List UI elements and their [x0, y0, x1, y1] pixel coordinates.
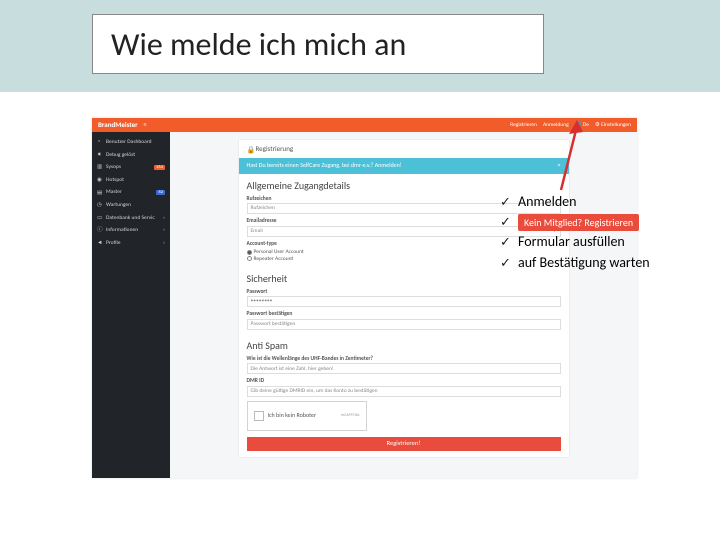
close-icon[interactable]: × [558, 162, 561, 169]
sidebar-item-label: Debug gelöst [106, 152, 135, 159]
label-dmrid: DMR ID [247, 378, 561, 385]
sidebar-item-maint[interactable]: ◷Wartungen [92, 199, 170, 212]
sidebar-item-label: Sysops [106, 164, 121, 171]
check-icon: ✓ [500, 194, 512, 212]
placeholder-text: Rufzeichen [251, 205, 275, 212]
link-settings[interactable]: ⚙ Einstellungen [595, 122, 631, 129]
sidebar-item-label: Hotspot [106, 177, 124, 184]
panel-header: 🔒 Registrierung [239, 140, 569, 158]
password-dots: •••••••• [251, 298, 273, 305]
sidebar: ◔Benutzer Dashboard ✷Debug gelöst ▥Sysop… [92, 132, 170, 478]
register-badge: Kein Mitglied? Registrieren [518, 214, 639, 232]
label-password: Passwort [247, 289, 561, 296]
captcha-checkbox-icon[interactable] [254, 411, 264, 421]
sidebar-item-hotspot[interactable]: ◉Hotspot [92, 174, 170, 187]
lang-label: De [583, 122, 589, 128]
db-icon: ▭ [97, 215, 103, 221]
check-icon: ✓ [500, 214, 512, 232]
input-dmrid[interactable]: Gib deine gültige DMRID ein, um das Kont… [247, 386, 561, 397]
alert-text: Hast Du bereits einen SelfCare Zugang, b… [247, 161, 402, 169]
clock-icon: ◷ [97, 202, 103, 208]
globe-icon[interactable]: 🌐 De [575, 122, 589, 129]
sidebar-item-master[interactable]: ▤Master 62 [92, 186, 170, 199]
selfcare-alert: Hast Du bereits einen SelfCare Zugang, b… [239, 158, 569, 173]
chevron-left-icon: ‹ [163, 227, 165, 234]
slide-banner: Wie melde ich mich an [0, 0, 720, 92]
placeholder-text: Gib deine gültige DMRID ein, um das Kont… [251, 388, 378, 395]
captcha-label: Ich bin kein Roboter [268, 412, 317, 419]
sidebar-item-label: Wartungen [106, 202, 131, 209]
submit-button[interactable]: Registrieren! [247, 437, 561, 451]
placeholder-text: Email [251, 228, 263, 235]
chevron-left-icon: ‹ [163, 240, 165, 247]
sidebar-item-label: Benutzer Dashboard [106, 139, 152, 146]
check-icon: ✓ [500, 255, 512, 273]
info-icon: ⓘ [97, 227, 103, 233]
sidebar-item-profile[interactable]: ◄Profile ‹ [92, 237, 170, 250]
radio-dot-icon [247, 256, 252, 261]
sidebar-item-label: Informationen [106, 227, 138, 234]
badge: 164 [154, 165, 165, 170]
sidebar-item-label: Datenbank und Servic [106, 215, 155, 222]
gauge-icon: ◔ [97, 139, 103, 145]
checklist-item: ✓ Formular ausfüllen [500, 233, 700, 252]
input-password-confirm[interactable]: Passwort bestätigen [247, 319, 561, 330]
app-screenshot: BrandMeister ≡ Registrieren Anmeldung 🌐 … [92, 118, 637, 478]
lock-icon: 🔒 [247, 146, 253, 152]
checklist-text: Anmelden [518, 193, 577, 212]
sidebar-item-dashboard[interactable]: ◔Benutzer Dashboard [92, 136, 170, 149]
section-antispam: Anti Spam Wie ist die Wellenlänge des UH… [239, 340, 569, 457]
bug-icon: ✷ [97, 152, 103, 158]
recaptcha-brand: reCAPTCHA [341, 414, 360, 419]
label-password-confirm: Passwort bestätigen [247, 311, 561, 318]
registration-panel: 🔒 Registrierung Hast Du bereits einen Se… [239, 140, 569, 457]
checklist-item: ✓ auf Bestätigung warten [500, 254, 700, 273]
slide-title-box: Wie melde ich mich an [92, 14, 544, 74]
top-links: Registrieren Anmeldung 🌐 De ⚙ Einstellun… [510, 122, 631, 129]
input-password[interactable]: •••••••• [247, 296, 561, 307]
wifi-icon: ◉ [97, 177, 103, 183]
checklist: ✓ Anmelden ✓ Kein Mitglied? Registrieren… [500, 193, 700, 275]
app-top-bar: BrandMeister ≡ Registrieren Anmeldung 🌐 … [92, 118, 637, 132]
badge: 62 [156, 190, 165, 195]
radio-label: Repeater Account [254, 256, 294, 262]
label-wave: Wie ist die Wellenlänge des UHF-Bandes i… [247, 356, 561, 363]
content-area: BrandMeister ≡ Registrieren Anmeldung 🌐 … [92, 118, 637, 528]
app-brand: BrandMeister [98, 121, 138, 129]
link-login[interactable]: Anmeldung [543, 122, 569, 129]
radio-dot-icon [247, 250, 252, 255]
panel-title: Registrierung [256, 145, 294, 153]
checklist-item: ✓ Kein Mitglied? Registrieren [500, 214, 700, 232]
user-icon: ◄ [97, 240, 103, 246]
server-icon: ▤ [97, 190, 103, 196]
sidebar-item-sysops[interactable]: ▥Sysops 164 [92, 161, 170, 174]
app-body: ◔Benutzer Dashboard ✷Debug gelöst ▥Sysop… [92, 132, 637, 478]
menu-icon[interactable]: ≡ [144, 121, 147, 128]
checklist-text: Formular ausfüllen [518, 233, 625, 252]
placeholder-text: Die Antwort ist eine Zahl, hier geben! [251, 366, 334, 373]
sidebar-item-db[interactable]: ▭Datenbank und Servic ‹ [92, 212, 170, 225]
slide-title: Wie melde ich mich an [111, 25, 406, 64]
heading-details: Allgemeine Zugangdetails [247, 180, 561, 192]
checklist-item: ✓ Anmelden [500, 193, 700, 212]
sidebar-item-debug[interactable]: ✷Debug gelöst [92, 149, 170, 162]
settings-label: Einstellungen [601, 122, 631, 128]
check-icon: ✓ [500, 234, 512, 252]
users-icon: ▥ [97, 164, 103, 170]
chevron-left-icon: ‹ [163, 215, 165, 222]
main-panel: 🔒 Registrierung Hast Du bereits einen Se… [170, 132, 637, 478]
recaptcha[interactable]: Ich bin kein Roboter reCAPTCHA [247, 401, 367, 431]
section-security: Sicherheit Passwort •••••••• Passwort be… [239, 273, 569, 336]
input-wave[interactable]: Die Antwort ist eine Zahl, hier geben! [247, 363, 561, 374]
heading-antispam: Anti Spam [247, 340, 561, 352]
sidebar-item-info[interactable]: ⓘInformationen ‹ [92, 224, 170, 237]
link-register[interactable]: Registrieren [510, 122, 537, 129]
checklist-text: auf Bestätigung warten [518, 254, 650, 273]
placeholder-text: Passwort bestätigen [251, 321, 296, 328]
sidebar-item-label: Master [106, 189, 122, 196]
sidebar-item-label: Profile [106, 240, 120, 247]
radio-label: Personal User Account [254, 249, 304, 255]
